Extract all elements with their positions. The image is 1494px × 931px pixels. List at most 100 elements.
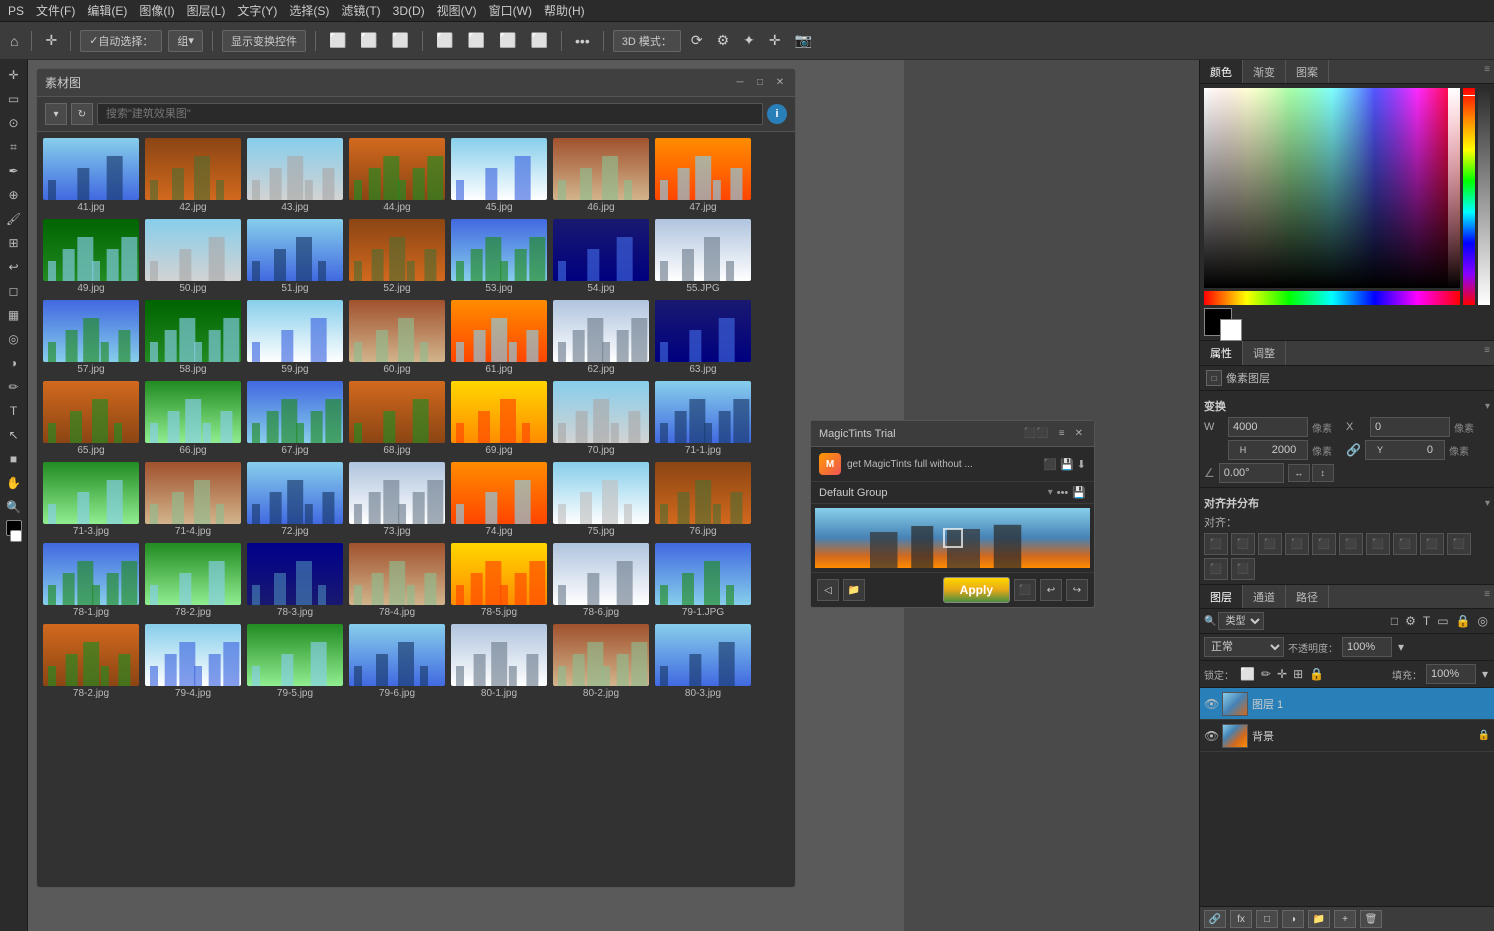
image-item-69-jpg[interactable]: 69.jpg (449, 379, 549, 458)
menu-edit[interactable]: 编辑(E) (87, 2, 127, 19)
menu-3d[interactable]: 3D(D) (393, 4, 425, 18)
menu-image[interactable]: 图像(I) (139, 2, 174, 19)
image-item-49-jpg[interactable]: 49.jpg (41, 217, 141, 296)
opacity-dropdown[interactable]: ▾ (1396, 639, 1406, 655)
image-item-55-JPG[interactable]: 55.JPG (653, 217, 753, 296)
delete-layer-btn[interactable]: 🗑 (1360, 910, 1382, 928)
align-center-icon[interactable]: ⬜ (356, 30, 381, 51)
image-item-78-1-jpg[interactable]: 78-1.jpg (41, 541, 141, 620)
image-item-79-6-jpg[interactable]: 79-6.jpg (347, 622, 447, 701)
magic-group-save-btn[interactable]: 💾 (1072, 486, 1086, 499)
pen-tool[interactable]: ✏ (3, 376, 25, 398)
lock-artboard-btn[interactable]: ⊞ (1291, 666, 1305, 682)
layer-row-bg[interactable]: 👁 背景 🔒 (1200, 720, 1494, 752)
image-item-61-jpg[interactable]: 61.jpg (449, 298, 549, 377)
clone-tool[interactable]: ⊞ (3, 232, 25, 254)
hand-tool[interactable]: ✋ (3, 472, 25, 494)
image-item-68-jpg[interactable]: 68.jpg (347, 379, 447, 458)
auto-select-checkbox[interactable]: ✓ 自动选择： (80, 30, 162, 52)
menu-help[interactable]: 帮助(H) (544, 2, 585, 19)
image-item-44-jpg[interactable]: 44.jpg (347, 136, 447, 215)
align-center-h-btn[interactable]: ⬛ (1231, 533, 1255, 555)
angle-input[interactable] (1219, 463, 1284, 483)
image-item-52-jpg[interactable]: 52.jpg (347, 217, 447, 296)
image-item-51-jpg[interactable]: 51.jpg (245, 217, 345, 296)
image-item-79-4-jpg[interactable]: 79-4.jpg (143, 622, 243, 701)
background-swatch[interactable] (1220, 319, 1242, 341)
image-item-80-2-jpg[interactable]: 80-2.jpg (551, 622, 651, 701)
menu-filter[interactable]: 滤镜(T) (341, 2, 380, 19)
blend-mode-select[interactable]: 正常 (1204, 637, 1284, 657)
image-item-78-2-jpg[interactable]: 78-2.jpg (143, 541, 243, 620)
magic-back-btn[interactable]: ◁ (817, 579, 839, 601)
w-input[interactable] (1228, 417, 1308, 437)
layer-style-btn[interactable]: fx (1230, 910, 1252, 928)
magic-copy-btn[interactable]: ⬛ (1043, 458, 1057, 471)
move-tool[interactable]: ✛ (3, 64, 25, 86)
image-item-71-4-jpg[interactable]: 71-4.jpg (143, 460, 243, 539)
image-item-70-jpg[interactable]: 70.jpg (551, 379, 651, 458)
lock-pixels-btn[interactable]: ✏ (1259, 666, 1273, 682)
image-item-74-jpg[interactable]: 74.jpg (449, 460, 549, 539)
close-button[interactable]: ✕ (773, 76, 787, 90)
image-item-62-jpg[interactable]: 62.jpg (551, 298, 651, 377)
visibility-eye-bg[interactable]: 👁 (1204, 729, 1218, 743)
filter-type-select[interactable]: 类型 (1218, 612, 1264, 630)
3d-camera-icon[interactable]: 📷 (791, 30, 816, 51)
fill-input[interactable] (1426, 664, 1476, 684)
distribute-v-icon[interactable]: ⬜ (464, 30, 489, 51)
dist-top-btn[interactable]: ⬛ (1204, 558, 1228, 580)
image-item-71-1-jpg[interactable]: 71-1.jpg (653, 379, 753, 458)
path-select-tool[interactable]: ↖ (3, 424, 25, 446)
image-item-50-jpg[interactable]: 50.jpg (143, 217, 243, 296)
dist-right-btn[interactable]: ⬛ (1447, 533, 1471, 555)
more-icon[interactable]: ••• (571, 31, 594, 51)
image-item-72-jpg[interactable]: 72.jpg (245, 460, 345, 539)
distribute-icon[interactable]: ⬜ (432, 30, 457, 51)
image-item-63-jpg[interactable]: 63.jpg (653, 298, 753, 377)
home-icon[interactable]: ⌂ (6, 31, 22, 51)
image-item-45-jpg[interactable]: 45.jpg (449, 136, 549, 215)
group-btn[interactable]: 📁 (1308, 910, 1330, 928)
tab-properties[interactable]: 属性 (1200, 341, 1243, 365)
3d-pan-icon[interactable]: ✛ (765, 30, 785, 51)
fill-dropdown[interactable]: ▾ (1480, 666, 1490, 682)
image-item-78-3-jpg[interactable]: 78-3.jpg (245, 541, 345, 620)
image-item-71-3-jpg[interactable]: 71-3.jpg (41, 460, 141, 539)
text-filter-btn[interactable]: T (1421, 613, 1432, 629)
lasso-tool[interactable]: ⊙ (3, 112, 25, 134)
bg-color-swatch[interactable] (10, 530, 22, 542)
image-item-80-3-jpg[interactable]: 80-3.jpg (653, 622, 753, 701)
adjust-filter-btn[interactable]: ⚙ (1403, 613, 1418, 629)
dist-h-btn[interactable]: ⬛ (1366, 533, 1390, 555)
magic-save-btn[interactable]: 💾 (1060, 458, 1074, 471)
distribute-h-icon[interactable]: ⬜ (495, 30, 520, 51)
tab-channels[interactable]: 通道 (1243, 585, 1286, 608)
pixel-filter-btn[interactable]: □ (1389, 613, 1400, 629)
image-item-76-jpg[interactable]: 76.jpg (653, 460, 753, 539)
flip-v-btn[interactable]: ↕ (1312, 464, 1334, 482)
dist-left-btn[interactable]: ⬛ (1420, 533, 1444, 555)
image-item-75-jpg[interactable]: 75.jpg (551, 460, 651, 539)
new-layer-btn[interactable]: + (1334, 910, 1356, 928)
distribute-end-icon[interactable]: ⬜ (527, 30, 552, 51)
tab-paths[interactable]: 路径 (1286, 585, 1329, 608)
flip-h-btn[interactable]: ↔ (1288, 464, 1310, 482)
alpha-slider[interactable] (1478, 88, 1490, 305)
history-tool[interactable]: ↩ (3, 256, 25, 278)
tab-color[interactable]: 颜色 (1200, 60, 1243, 83)
magic-expand-btn[interactable]: ⬛⬛ (1021, 427, 1052, 440)
transform-section-header[interactable]: 变换 ▾ (1204, 395, 1490, 417)
minimize-button[interactable]: ─ (733, 76, 747, 90)
shape-tool[interactable]: ■ (3, 448, 25, 470)
image-item-78-2-jpg[interactable]: 78-2.jpg (41, 622, 141, 701)
shape-filter-btn[interactable]: ▭ (1435, 613, 1450, 629)
image-item-79-5-jpg[interactable]: 79-5.jpg (245, 622, 345, 701)
image-item-42-jpg[interactable]: 42.jpg (143, 136, 243, 215)
restore-button[interactable]: □ (753, 76, 767, 90)
hue-bar[interactable] (1204, 291, 1460, 305)
menu-window[interactable]: 窗口(W) (489, 2, 532, 19)
3d-tool-icon[interactable]: ⚙ (713, 30, 734, 51)
align-right-btn[interactable]: ⬛ (1258, 533, 1282, 555)
tab-pattern[interactable]: 图案 (1286, 60, 1329, 83)
